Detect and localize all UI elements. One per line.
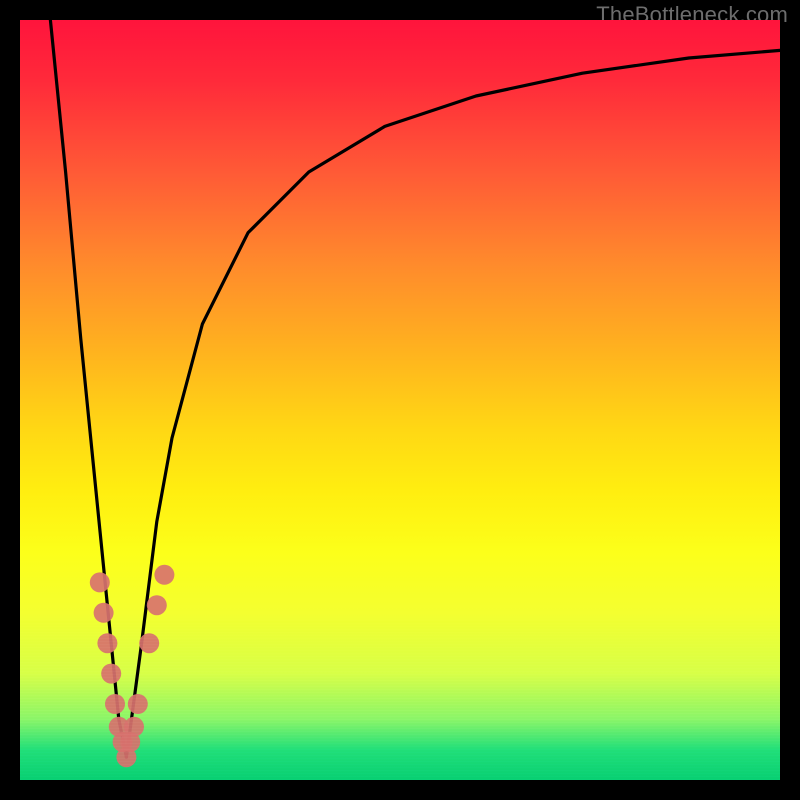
marker-point xyxy=(94,603,114,623)
marker-point xyxy=(90,572,110,592)
marker-point xyxy=(154,565,174,585)
chart-svg xyxy=(20,20,780,780)
marker-point xyxy=(101,664,121,684)
marker-layer xyxy=(90,565,175,767)
chart-frame: TheBottleneck.com xyxy=(0,0,800,800)
marker-point xyxy=(128,694,148,714)
marker-point xyxy=(105,694,125,714)
marker-point xyxy=(124,717,144,737)
plot-area xyxy=(20,20,780,780)
marker-point xyxy=(97,633,117,653)
marker-point xyxy=(139,633,159,653)
curve-right-ascending xyxy=(126,50,780,757)
marker-point xyxy=(147,595,167,615)
curve-layer xyxy=(50,20,780,757)
